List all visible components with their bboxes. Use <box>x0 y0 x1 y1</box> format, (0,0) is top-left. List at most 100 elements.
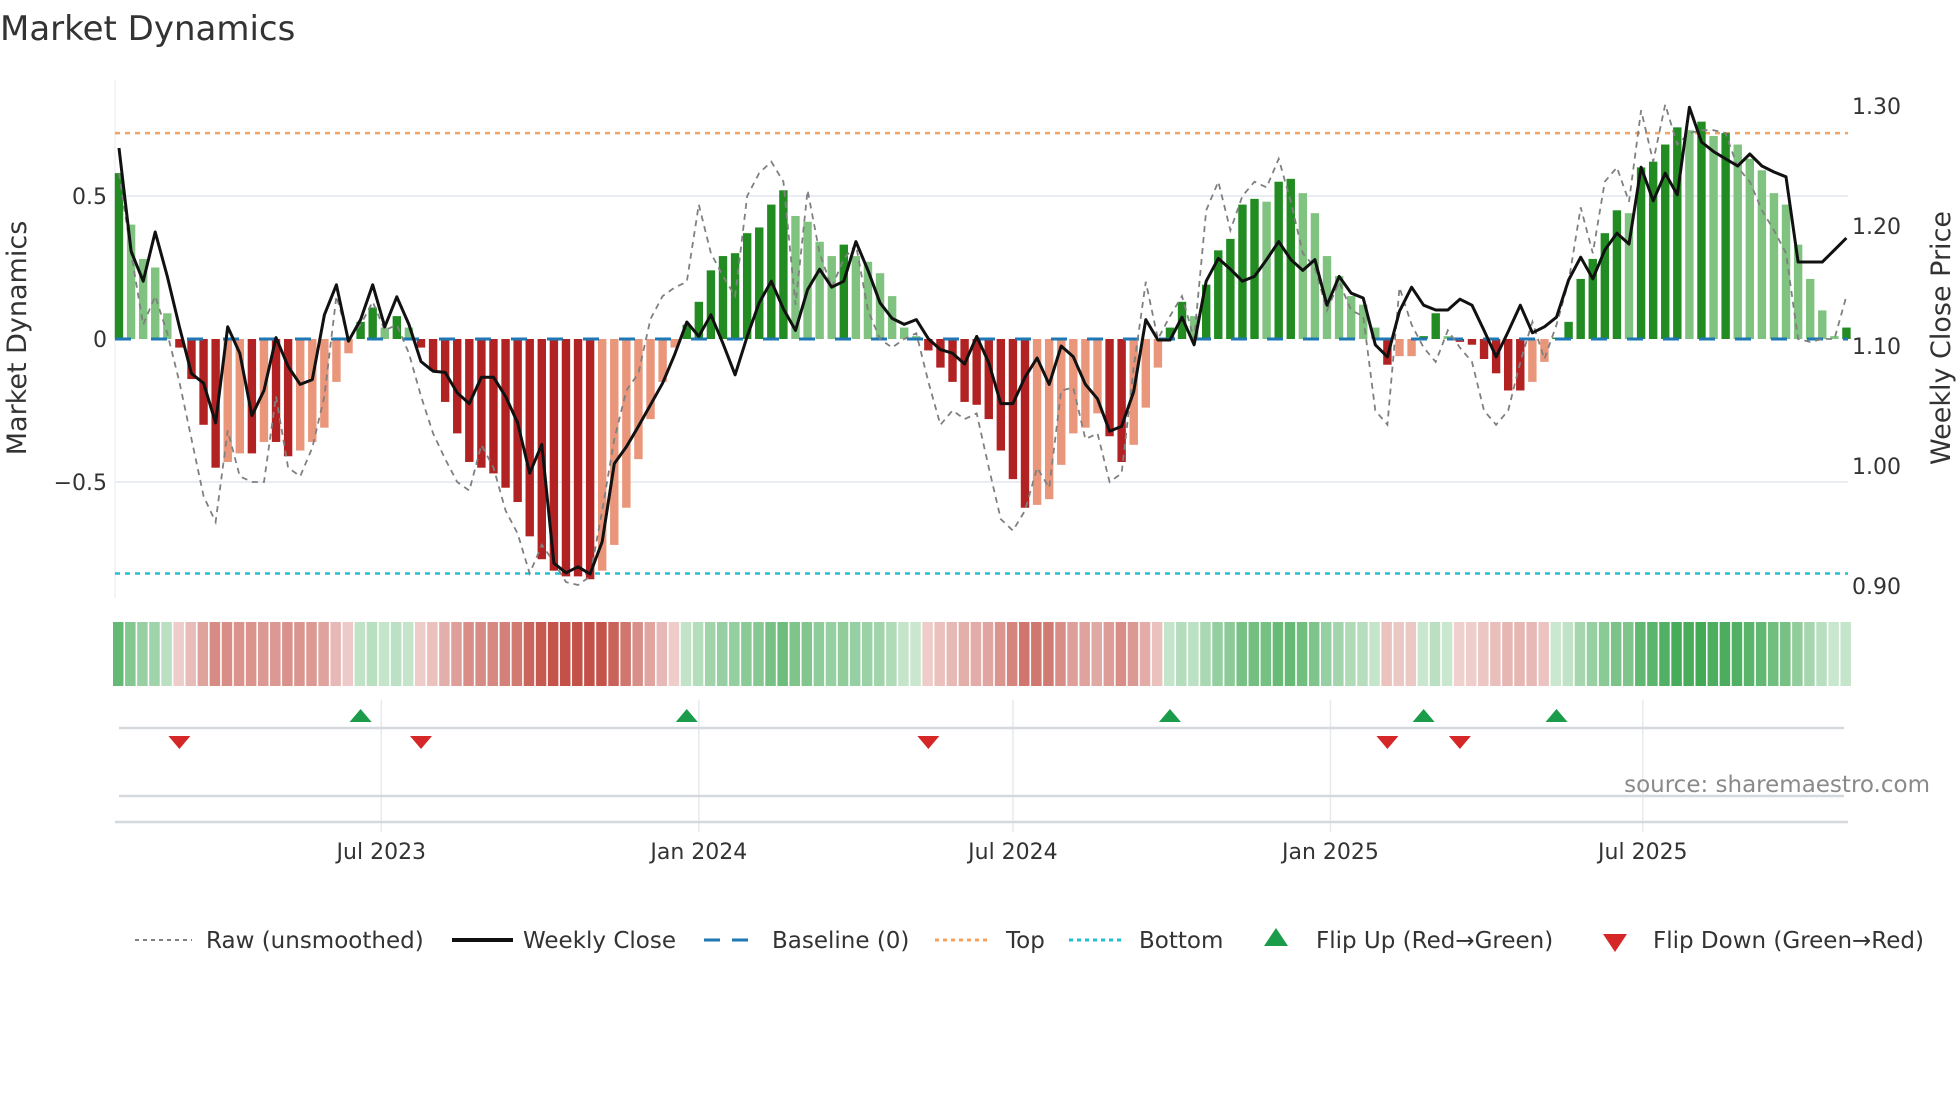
x-tick-label: Jul 2024 <box>966 840 1058 865</box>
heat-strip-cell <box>173 622 184 686</box>
heat-strip-cell <box>825 622 837 686</box>
heat-strip-cell <box>1453 622 1465 686</box>
heat-strip-cell <box>632 622 643 686</box>
dynamics-bar <box>1697 121 1706 339</box>
dynamics-bar <box>1467 339 1477 345</box>
heat-strip-cell <box>958 622 970 686</box>
heat-strip-cell <box>934 622 945 686</box>
flip-down-marker <box>1376 736 1399 749</box>
heat-strip-cell <box>415 622 426 686</box>
x-tick-label: Jul 2023 <box>335 840 427 865</box>
dynamics-bar <box>851 256 861 339</box>
dynamics-bar <box>1008 339 1018 480</box>
raw-series-line <box>118 104 1848 586</box>
heat-strip-cell <box>680 622 692 686</box>
heat-strip-cell <box>185 622 196 686</box>
heat-strip-cell <box>837 622 849 686</box>
heat-strip-cell <box>644 622 656 686</box>
heat-strip-cell <box>1465 622 1477 686</box>
heat-strip-cell <box>209 622 221 686</box>
legend-bottom-label: Bottom <box>1139 928 1223 954</box>
dynamics-bar <box>332 339 341 382</box>
legend-flip-up-icon <box>1264 928 1288 946</box>
heat-strip-cell <box>1006 622 1018 686</box>
dynamics-bar <box>1757 170 1767 339</box>
heat-strip-cell <box>1381 622 1392 686</box>
dynamics-bar <box>948 339 957 382</box>
dynamics-bar <box>936 339 945 368</box>
series-lines <box>117 104 1848 586</box>
heat-strip-cell <box>1804 622 1815 686</box>
right-axis-ticks: 1.30 1.20 1.10 1.00 0.90 <box>1852 95 1901 600</box>
heat-strip-cell <box>1333 622 1344 686</box>
heat-strip-cell <box>1200 622 1211 686</box>
heat-strip-cell <box>1151 622 1163 686</box>
heat-strip-cell <box>1103 622 1115 686</box>
heat-strip-cell <box>668 622 680 686</box>
heat-strip-cell <box>656 622 668 686</box>
dynamics-bar <box>803 221 812 339</box>
right-tick-label: 1.10 <box>1852 335 1901 360</box>
dynamics-bar <box>1685 130 1694 339</box>
heat-strip-cell <box>1707 622 1719 686</box>
heat-strip-cell <box>789 622 800 686</box>
heat-strip-cell <box>1043 622 1054 686</box>
heat-strip-cell <box>874 622 885 686</box>
dynamics-bar <box>827 256 836 339</box>
heat-strip-cell <box>1586 622 1598 686</box>
heat-strip-cell <box>1731 622 1743 686</box>
heat-strip-cell <box>741 622 752 686</box>
dynamics-bar <box>755 227 764 339</box>
heat-strip-cell <box>1176 622 1187 686</box>
dynamics-bar <box>1153 339 1163 368</box>
dynamics-bar <box>428 339 438 371</box>
heat-strip-cell <box>257 622 269 686</box>
dynamics-bar <box>1564 321 1573 339</box>
legend-close-label: Weekly Close <box>523 928 676 954</box>
heat-strip-cell <box>1272 622 1284 686</box>
legend: Raw (unsmoothed) Weekly Close Baseline (… <box>135 928 1924 954</box>
heat-strip-cell <box>1308 622 1320 686</box>
heat-strip-cell <box>1345 622 1356 686</box>
heat-strip-cell <box>994 622 1006 686</box>
x-tick-label: Jul 2025 <box>1596 840 1688 865</box>
heat-strip-cell <box>946 622 958 686</box>
heat-strip-cell <box>475 622 486 686</box>
heat-strip-cell <box>1405 622 1417 686</box>
heat-strip-cell <box>1683 622 1694 686</box>
heat-strip-cell <box>1091 622 1102 686</box>
dynamics-bar <box>1842 327 1851 339</box>
heat-strip-cell <box>717 622 728 686</box>
heat-strip-cell <box>1816 622 1827 686</box>
heat-strip-cell <box>282 622 293 686</box>
heat-strip-cell <box>1429 622 1441 686</box>
legend-flip-up-label: Flip Up (Red→Green) <box>1316 928 1553 954</box>
heat-strip-cell <box>1526 622 1537 686</box>
dynamics-bar <box>706 270 716 339</box>
heat-strip-cell <box>1212 622 1223 686</box>
heat-strip-cell <box>1357 622 1368 686</box>
heat-strip-cell <box>1188 622 1199 686</box>
dynamics-bar <box>477 339 486 468</box>
dynamics-bar <box>622 339 631 508</box>
dynamics-bar <box>1346 296 1356 339</box>
x-tick-label: Jan 2024 <box>648 840 747 865</box>
heat-strip-cell <box>1550 622 1562 686</box>
heat-strip-cell <box>1502 622 1513 686</box>
chart-title: Market Dynamics <box>0 9 295 49</box>
flip-down-marker <box>168 736 191 749</box>
heat-strip-cell <box>354 622 366 686</box>
heat-strip-cell <box>197 622 209 686</box>
legend-flip-down-label: Flip Down (Green→Red) <box>1653 928 1924 954</box>
heat-strip-cell <box>1369 622 1380 686</box>
heat-strip-cell <box>1695 622 1706 686</box>
heat-strip-cell <box>596 622 607 686</box>
dynamics-bar <box>1721 133 1730 339</box>
heat-strip-cell <box>149 622 160 686</box>
heat-strip-cell <box>1792 622 1803 686</box>
dynamics-bar <box>1745 158 1754 339</box>
dynamics-bar <box>501 339 510 488</box>
dynamics-bar <box>815 241 824 339</box>
dynamics-bar <box>1479 339 1489 360</box>
dynamics-bar <box>1238 204 1247 339</box>
